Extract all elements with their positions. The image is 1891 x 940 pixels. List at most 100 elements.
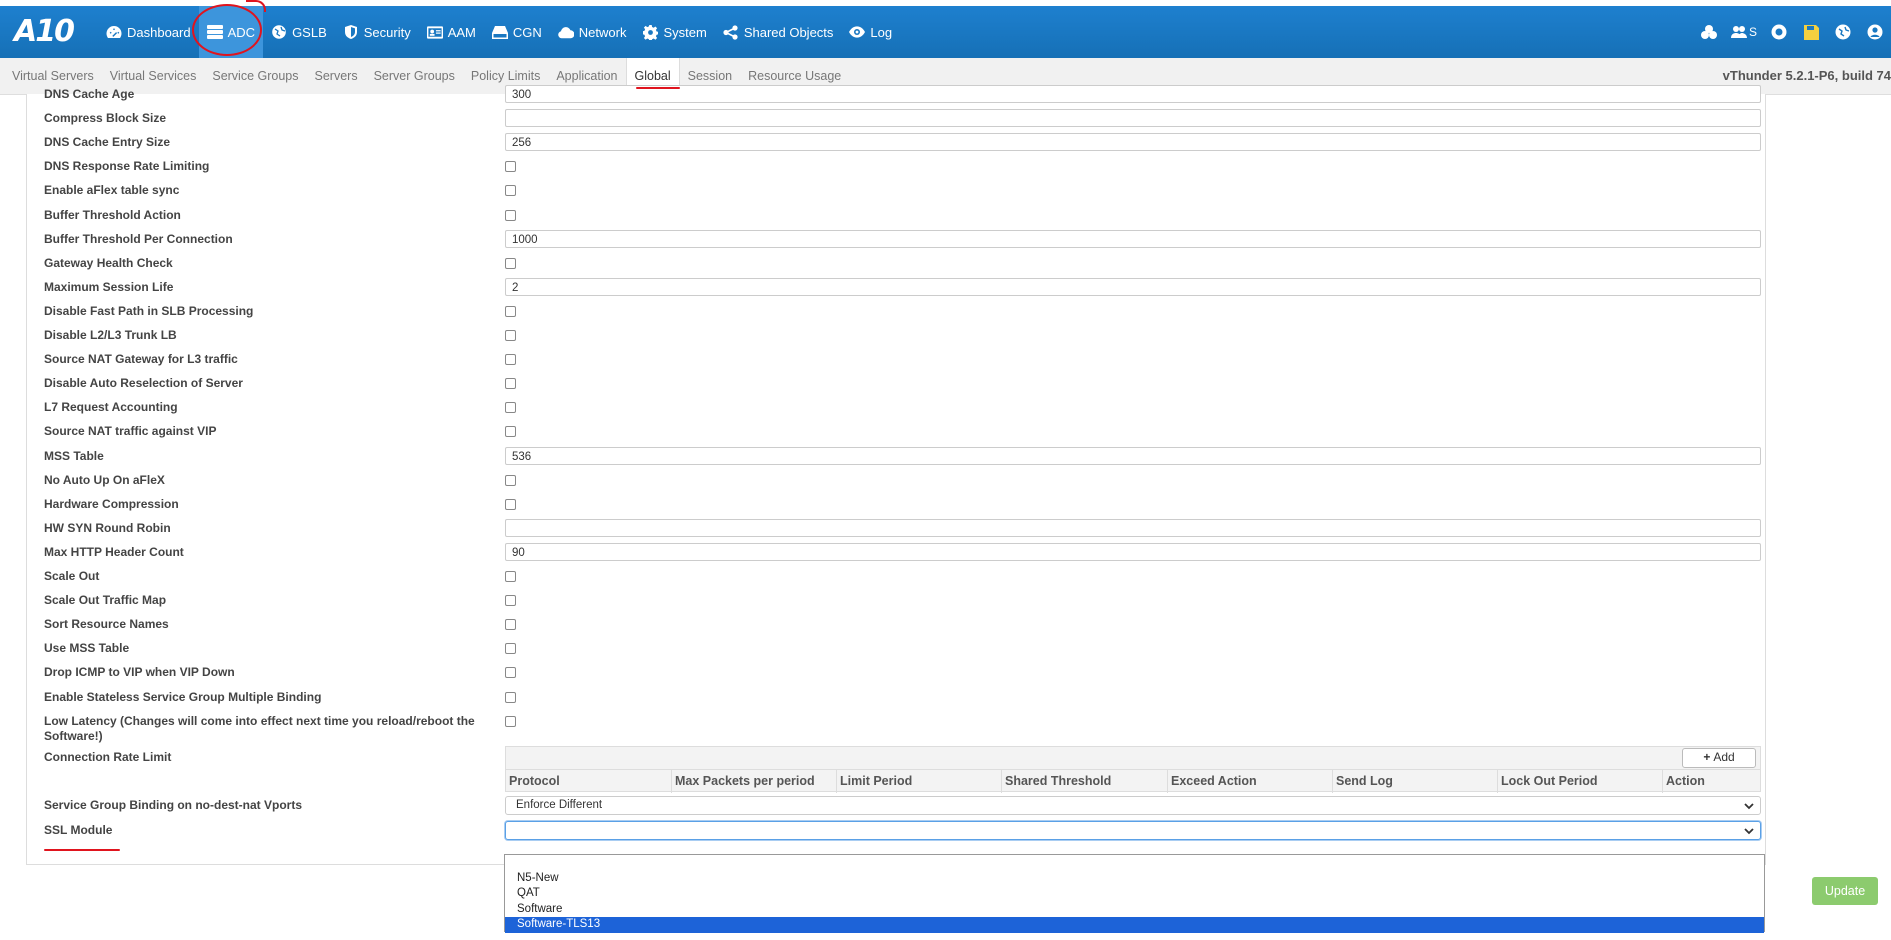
field-label: Disable Auto Reselection of Server — [44, 376, 243, 391]
annotation-underline-ssl-module — [44, 849, 120, 851]
column-header-send-log[interactable]: Send Log — [1333, 769, 1498, 793]
globe-status-icon[interactable] — [1827, 6, 1859, 58]
nav-label: Dashboard — [127, 24, 191, 40]
ssl-option-software-tls13[interactable]: Software-TLS13 — [505, 917, 1764, 933]
field-label: Hardware Compression — [44, 496, 179, 511]
nav-label: GSLB — [292, 24, 327, 40]
l7-request-accounting-checkbox[interactable] — [505, 402, 516, 414]
nav-security[interactable]: Security — [335, 6, 419, 58]
add-label: Add — [1713, 749, 1735, 764]
column-header-max-packets-per-period[interactable]: Max Packets per period — [672, 769, 837, 793]
scale-out-traffic-map-checkbox[interactable] — [505, 595, 516, 607]
cloud-icon — [558, 25, 574, 39]
field-row-service-group-binding: Service Group Binding on no-dest-nat Vpo… — [27, 794, 1765, 818]
field-row-use-mss-table: Use MSS Table — [27, 637, 1765, 661]
compress-block-size-input[interactable] — [505, 109, 1761, 128]
add-rate-limit-button[interactable]: + Add — [1682, 747, 1756, 768]
column-header-exceed-action[interactable]: Exceed Action — [1168, 769, 1333, 793]
connection-rate-limit-table: + Add Protocol Max Packets per period Limit … — [505, 745, 1761, 793]
cluster-icon[interactable] — [1693, 6, 1725, 58]
hardware-compression-checkbox[interactable] — [505, 498, 516, 510]
nav-label: Shared Objects — [743, 24, 834, 40]
nav-dashboard[interactable]: Dashboard — [98, 6, 199, 58]
user-group-icon[interactable]: S — [1725, 6, 1763, 58]
nav-shared-objects[interactable]: Shared Objects — [715, 6, 842, 58]
field-row-maximum-session-life: Maximum Session Life 2 — [27, 276, 1765, 300]
ssl-module-options: N5-New QAT Software Software-TLS13 — [504, 854, 1765, 933]
no-auto-up-on-aflex-checkbox[interactable] — [505, 474, 516, 486]
enable-stateless-service-group-multiple-binding-checkbox[interactable] — [505, 691, 516, 703]
scale-out-checkbox[interactable] — [505, 571, 516, 582]
nav-gslb[interactable]: GSLB — [263, 6, 335, 58]
field-row-source-nat-traffic-against-vip: Source NAT traffic against VIP — [27, 420, 1765, 444]
column-header-protocol[interactable]: Protocol — [506, 769, 672, 793]
nav-aam[interactable]: AAM — [419, 6, 484, 58]
field-row-disable-l2-l3-trunk-lb: Disable L2/L3 Trunk LB — [27, 324, 1765, 348]
enable-aflex-table-sync-checkbox[interactable] — [505, 185, 516, 197]
field-label: DNS Cache Entry Size — [44, 135, 171, 150]
ssl-option-qat[interactable]: QAT — [505, 886, 1764, 902]
column-header-action[interactable]: Action — [1663, 770, 1760, 793]
hw-syn-round-robin-input[interactable] — [505, 518, 1761, 537]
dns-response-rate-limiting-checkbox[interactable] — [505, 161, 516, 173]
disable-fast-path-in-slb-processing-checkbox[interactable] — [505, 305, 516, 317]
column-header-shared-threshold[interactable]: Shared Threshold — [1002, 769, 1168, 793]
field-row-mss-table: MSS Table 536 — [27, 445, 1765, 469]
ssl-option-n5-new[interactable]: N5-New — [505, 871, 1764, 887]
source-nat-gateway-for-l3-traffic-checkbox[interactable] — [505, 354, 516, 366]
field-row-compress-block-size: Compress Block Size — [27, 107, 1765, 131]
nav-log[interactable]: Log — [841, 6, 900, 58]
field-label: Disable Fast Path in SLB Processing — [44, 303, 254, 318]
globe-icon — [271, 25, 287, 39]
field-row-scale-out-traffic-map: Scale Out Traffic Map — [27, 589, 1765, 613]
field-label: Connection Rate Limit — [44, 749, 172, 764]
drop-icmp-to-vip-when-vip-down-checkbox[interactable] — [505, 667, 516, 679]
buffer-threshold-action-checkbox[interactable] — [505, 209, 516, 221]
ssl-option-software[interactable]: Software — [505, 902, 1764, 918]
nav-network[interactable]: Network — [550, 6, 635, 58]
field-row-max-http-header-count: Max HTTP Header Count 90 — [27, 541, 1765, 565]
user-account-icon[interactable] — [1859, 6, 1891, 58]
field-label: HW SYN Round Robin — [44, 520, 171, 535]
disable-auto-reselection-of-server-checkbox[interactable] — [505, 378, 516, 390]
dns-cache-age-input[interactable]: 300 — [505, 85, 1761, 103]
field-row-gateway-health-check: Gateway Health Check — [27, 252, 1765, 276]
update-button[interactable]: Update — [1812, 877, 1878, 905]
field-label: Scale Out — [44, 569, 100, 583]
field-row-dns-cache-age: DNS Cache Age 300 — [27, 83, 1765, 107]
disable-l2-l3-trunk-lb-checkbox[interactable] — [505, 330, 516, 341]
save-icon[interactable] — [1795, 6, 1827, 58]
buffer-threshold-per-connection-input[interactable]: 1000 — [505, 229, 1761, 248]
gateway-health-check-checkbox[interactable] — [505, 257, 516, 269]
mss-table-input[interactable]: 536 — [505, 446, 1761, 465]
ssl-module-select[interactable] — [505, 820, 1761, 840]
column-header-lock-out-period[interactable]: Lock Out Period — [1498, 769, 1663, 793]
dns-cache-entry-size-input[interactable]: 256 — [505, 133, 1761, 152]
field-label: Source NAT Gateway for L3 traffic — [44, 352, 238, 367]
service-group-binding-select[interactable]: Enforce Different — [505, 795, 1761, 815]
nav-label: Security — [363, 24, 411, 40]
nav-label: Network — [578, 24, 627, 40]
global-settings-form: DNS Cache Age 300 Compress Block Size DNS C… — [26, 85, 1766, 865]
source-nat-traffic-against-vip-checkbox[interactable] — [505, 426, 516, 438]
low-latency-checkbox[interactable] — [505, 715, 516, 727]
max-http-header-count-input[interactable]: 90 — [505, 542, 1761, 561]
field-label: Service Group Binding on no-dest-nat Vpo… — [44, 797, 303, 812]
dashboard-icon — [106, 25, 122, 39]
gear-icon — [642, 24, 658, 40]
field-row-disable-fast-path-in-slb-processing: Disable Fast Path in SLB Processing — [27, 300, 1765, 324]
lifebuoy-icon[interactable] — [1763, 6, 1795, 58]
nav-cgn[interactable]: CGN — [484, 6, 550, 58]
ssl-option-blank[interactable] — [505, 855, 1764, 871]
column-header-limit-period[interactable]: Limit Period — [837, 769, 1002, 793]
a10-logo[interactable]: A10 — [14, 16, 75, 48]
selected-value: Enforce Different — [516, 798, 603, 811]
field-label: Low Latency (Changes will come into effe… — [44, 713, 475, 743]
use-mss-table-checkbox[interactable] — [505, 643, 516, 655]
field-label: Source NAT traffic against VIP — [44, 424, 217, 439]
maximum-session-life-input[interactable]: 2 — [505, 277, 1761, 296]
table-header: Protocol Max Packets per period Limit Peri… — [506, 768, 1760, 793]
field-label: Drop ICMP to VIP when VIP Down — [44, 665, 235, 680]
nav-system[interactable]: System — [634, 6, 714, 58]
sort-resource-names-checkbox[interactable] — [505, 619, 516, 631]
